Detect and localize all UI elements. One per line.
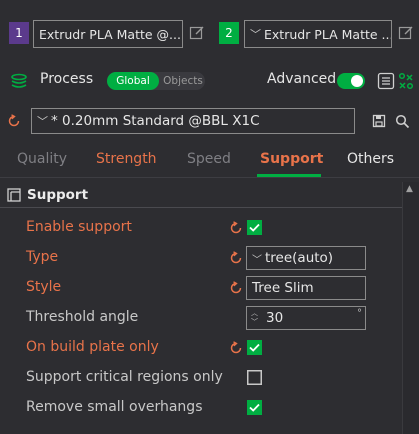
tab-support[interactable]: Support — [260, 151, 323, 167]
reset-style-icon[interactable] — [229, 281, 243, 295]
enable-support-checkbox[interactable] — [247, 220, 262, 235]
build-plate-only-checkbox[interactable] — [247, 340, 262, 355]
edit-filament-2-icon[interactable] — [398, 25, 414, 41]
threshold-angle-input[interactable]: ︿ ﹀ 30 ° — [246, 306, 366, 330]
style-label: Style — [26, 279, 62, 295]
support-section-header: Support — [0, 182, 402, 208]
reset-type-icon[interactable] — [229, 251, 243, 265]
toggle-knob — [351, 75, 363, 87]
support-style-value: Tree Slim — [252, 280, 314, 296]
filament-2-name: Extrudr PLA Matte ... — [264, 26, 392, 42]
scope-switch[interactable]: Global Objects — [107, 72, 205, 90]
critical-regions-label: Support critical regions only — [26, 369, 223, 385]
scroll-up-icon[interactable]: ▲ — [406, 184, 413, 194]
layers-icon — [11, 73, 27, 88]
spin-arrows-icon[interactable]: ︿ ﹀ — [251, 309, 258, 327]
reset-build-plate-only-icon[interactable] — [229, 341, 243, 355]
support-type-select[interactable]: ﹀ tree(auto) — [246, 246, 366, 270]
process-header: Process Global Objects Advanced — [0, 68, 419, 94]
filament-1-name: Extrudr PLA Matte @... — [39, 26, 181, 42]
type-label: Type — [26, 249, 59, 265]
filament-row: 1 Extrudr PLA Matte @... 2 ﹀ Extrudr PLA… — [0, 0, 419, 68]
compare-icon[interactable] — [398, 72, 414, 90]
scrollbar[interactable]: ▲ — [402, 182, 419, 434]
tab-speed[interactable]: Speed — [187, 151, 231, 167]
build-plate-only-label: On build plate only — [26, 339, 159, 355]
threshold-angle-unit: ° — [357, 308, 362, 319]
preset-name: * 0.20mm Standard @BBL X1C — [51, 113, 260, 129]
active-tab-indicator — [257, 174, 321, 177]
tab-strength[interactable]: Strength — [96, 151, 157, 167]
section-title: Support — [27, 187, 89, 203]
filament-1-select[interactable]: Extrudr PLA Matte @... — [33, 20, 183, 48]
scope-objects-button[interactable]: Objects — [161, 72, 205, 90]
list-settings-icon[interactable] — [377, 72, 395, 90]
settings-tabs: Quality Strength Speed Support Others — [0, 144, 419, 178]
filament-2-badge[interactable]: 2 — [219, 22, 239, 44]
tab-quality[interactable]: Quality — [17, 151, 67, 167]
reset-enable-support-icon[interactable] — [229, 221, 243, 235]
chevron-down-icon: ﹀ — [252, 254, 262, 266]
process-preset-select[interactable]: ﹀ * 0.20mm Standard @BBL X1C — [31, 108, 355, 134]
support-style-select[interactable]: Tree Slim — [246, 276, 366, 300]
chevron-down-icon: ﹀ — [37, 115, 48, 128]
search-icon[interactable] — [395, 114, 410, 129]
filament-1-badge[interactable]: 1 — [9, 22, 29, 44]
reset-preset-icon[interactable] — [7, 114, 21, 128]
save-preset-icon[interactable] — [372, 114, 386, 128]
support-section-icon — [7, 188, 21, 202]
critical-regions-checkbox[interactable] — [247, 370, 262, 385]
scope-global-button[interactable]: Global — [107, 72, 159, 90]
advanced-label: Advanced — [267, 71, 337, 87]
threshold-angle-label: Threshold angle — [26, 309, 139, 325]
edit-filament-1-icon[interactable] — [189, 25, 205, 41]
preset-row: ﹀ * 0.20mm Standard @BBL X1C — [0, 94, 419, 144]
advanced-toggle[interactable] — [337, 73, 365, 89]
threshold-angle-value: 30 — [266, 310, 284, 326]
enable-support-label: Enable support — [26, 219, 132, 235]
chevron-down-icon: ﹀ — [250, 28, 261, 41]
tab-others[interactable]: Others — [347, 151, 394, 167]
remove-overhangs-label: Remove small overhangs — [26, 399, 203, 415]
remove-overhangs-checkbox[interactable] — [247, 400, 262, 415]
filament-2-select[interactable]: ﹀ Extrudr PLA Matte ... — [244, 20, 392, 48]
support-type-value: tree(auto) — [265, 250, 334, 266]
process-title: Process — [40, 71, 94, 87]
